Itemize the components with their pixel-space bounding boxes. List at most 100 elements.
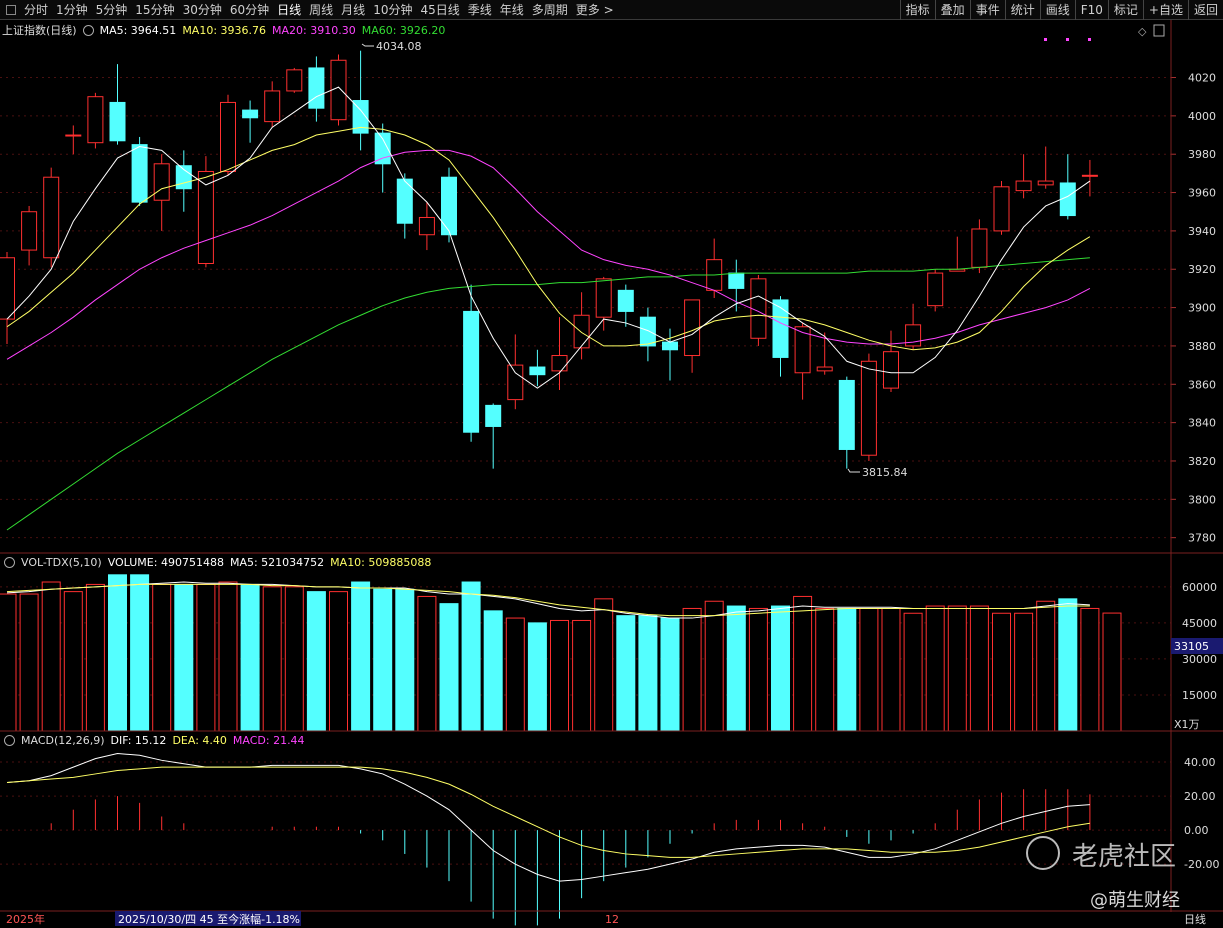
candle-body[interactable] — [21, 211, 38, 251]
low-annotation: 3815.84 — [862, 466, 908, 479]
volume-bar — [793, 595, 813, 732]
candle-body[interactable] — [860, 360, 877, 456]
candle-body[interactable] — [816, 366, 833, 372]
volume-bar — [815, 607, 835, 732]
price-tick: 3900 — [1188, 302, 1216, 315]
volume-bar — [130, 574, 150, 732]
candle-body[interactable] — [617, 289, 634, 312]
candle-body[interactable] — [684, 299, 701, 357]
macd-bars — [6, 753, 1091, 926]
candle-body[interactable] — [264, 90, 281, 123]
candle-body[interactable] — [286, 69, 303, 92]
candle-body[interactable] — [463, 310, 480, 433]
volume-bar — [483, 610, 503, 732]
volume-bar — [572, 619, 592, 732]
candle-body[interactable] — [662, 341, 678, 351]
volume-bar — [992, 612, 1011, 732]
candle-body[interactable] — [1037, 180, 1054, 186]
volume-bar — [1014, 612, 1034, 732]
candle-body[interactable] — [0, 257, 15, 320]
candle-body[interactable] — [485, 404, 502, 427]
period-label[interactable]: 日线 — [1184, 912, 1206, 926]
range-info: 2025/10/30/四 45 至今涨幅-1.18% — [118, 912, 300, 926]
candle-body[interactable] — [551, 355, 568, 372]
candle-body[interactable] — [728, 272, 745, 289]
volume-bar — [616, 615, 636, 732]
volume-bar — [41, 581, 61, 732]
candle-body[interactable] — [1059, 182, 1076, 217]
candle-body[interactable] — [330, 59, 347, 121]
candle-body[interactable] — [153, 163, 170, 201]
price-tick: 3820 — [1188, 455, 1216, 468]
candle-body[interactable] — [220, 101, 236, 172]
volume-bar — [947, 605, 967, 732]
candle-body[interactable] — [87, 96, 104, 144]
watermark-brand: 老虎社区 — [1072, 842, 1177, 872]
volume-bar — [903, 612, 923, 732]
tiger-logo-icon — [1026, 836, 1060, 870]
candle-body[interactable] — [750, 278, 767, 339]
candle-body[interactable] — [573, 314, 590, 349]
price-tick: 3960 — [1188, 187, 1216, 200]
candle-body[interactable] — [529, 366, 546, 376]
page-icon[interactable] — [1153, 24, 1165, 37]
candle-body[interactable] — [65, 134, 82, 137]
candle-body[interactable] — [242, 109, 259, 119]
price-tick: 3980 — [1188, 148, 1216, 161]
volume-bar — [1058, 598, 1078, 732]
high-annotation: 4034.08 — [376, 40, 422, 53]
volume-bar — [19, 593, 39, 732]
macd-tick: -20.00 — [1184, 858, 1219, 871]
volume-bar — [969, 605, 989, 732]
candle-body[interactable] — [1015, 180, 1032, 192]
volume-bar — [240, 583, 260, 732]
volume-bar — [351, 581, 371, 732]
volume-bar — [218, 581, 238, 732]
volume-bar — [262, 586, 282, 732]
candle-body[interactable] — [308, 67, 325, 109]
candle-body[interactable] — [838, 379, 855, 450]
kline-chart[interactable]: 4020 4000 3980 3960 3940 3920 3900 3880 3860 3840… — [0, 0, 1223, 928]
candle-body[interactable] — [418, 216, 435, 236]
axis-labels: 4020 4000 3980 3960 3940 3920 3900 3880 3860 3840… — [1171, 72, 1219, 871]
candle-body[interactable] — [971, 228, 988, 268]
candles — [0, 50, 1098, 469]
macd-tick: 40.00 — [1184, 756, 1216, 769]
volume-bar — [925, 605, 945, 732]
volume-bar — [1080, 607, 1100, 732]
vol-unit: X1万 — [1174, 718, 1200, 731]
candle-body[interactable] — [595, 278, 612, 318]
vol-tick: 60000 — [1182, 581, 1217, 594]
volume-bar — [0, 593, 17, 732]
volume-bar — [439, 603, 459, 732]
candle-body[interactable] — [43, 176, 60, 259]
candle-body[interactable] — [1081, 174, 1098, 177]
candle-body[interactable] — [993, 186, 1010, 232]
volume-bar — [85, 583, 105, 732]
volume-bar — [550, 619, 569, 732]
price-tick: 3800 — [1188, 493, 1216, 506]
price-tick: 4000 — [1188, 110, 1216, 123]
signal-dot — [1066, 38, 1069, 41]
candle-body[interactable] — [131, 144, 148, 203]
volume-bar — [859, 607, 879, 732]
vol-tick: 30000 — [1182, 653, 1217, 666]
volume-bar — [881, 607, 901, 732]
candle-body[interactable] — [441, 176, 457, 236]
candle-body[interactable] — [507, 364, 524, 401]
candle-body[interactable] — [927, 272, 944, 307]
volume-bar — [638, 615, 658, 732]
vol-tick: 45000 — [1182, 617, 1217, 630]
candle-body[interactable] — [883, 351, 899, 389]
price-tick: 3780 — [1188, 532, 1216, 545]
volume-bar — [108, 574, 127, 732]
candle-body[interactable] — [109, 101, 126, 142]
diamond-icon[interactable]: ◇ — [1138, 25, 1147, 38]
month-label: 12 — [605, 913, 619, 926]
volume-bar — [152, 583, 172, 732]
candle-body[interactable] — [639, 316, 656, 347]
volume-bar — [682, 607, 702, 732]
volume-bar — [329, 591, 348, 732]
candle-body[interactable] — [772, 299, 789, 358]
signal-dot — [1088, 38, 1091, 41]
